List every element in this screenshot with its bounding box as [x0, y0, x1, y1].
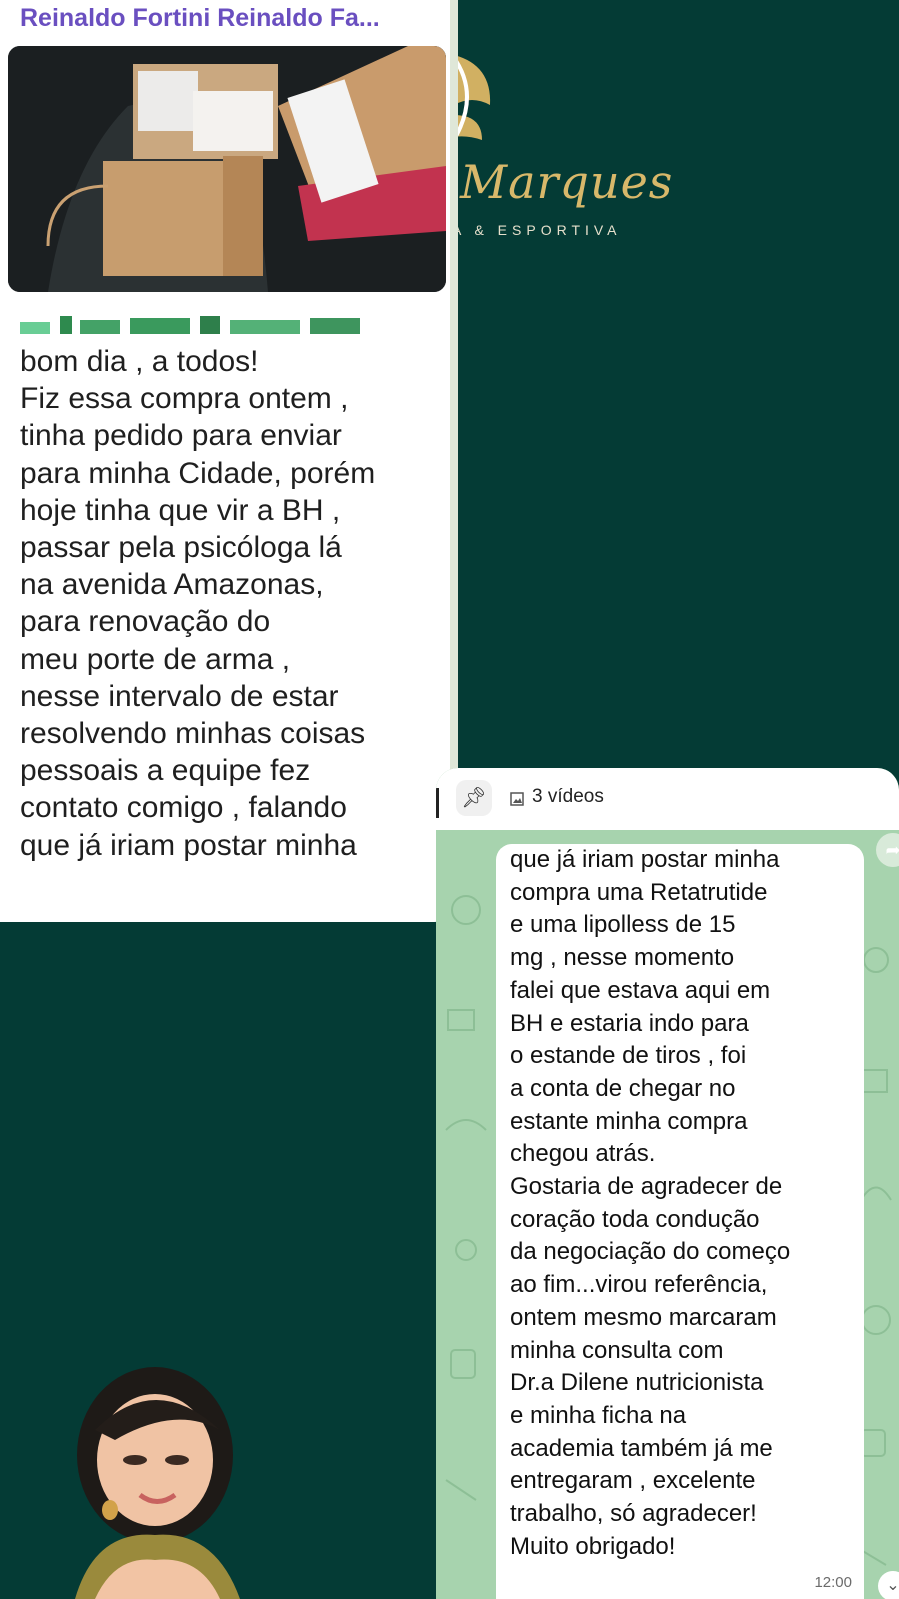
chat-panel: 📌︎ 3 vídeos ➦ que já iriam postar minha …	[436, 768, 899, 1599]
pinned-label: 3 vídeos	[532, 786, 604, 807]
leaf-logo-icon	[452, 55, 491, 145]
left-message-card: Reinaldo Fortini Reinaldo Fa... bom dia …	[0, 0, 458, 922]
blurred-text	[20, 316, 360, 334]
chat-message-bubble: que já iriam postar minha compra uma Ret…	[496, 844, 864, 1599]
sender-name[interactable]: Reinaldo Fortini Reinaldo Fa...	[20, 4, 380, 33]
pin-icon[interactable]: 📌︎	[456, 780, 492, 816]
divider	[436, 788, 439, 818]
avatar	[75, 1367, 240, 1599]
chat-message-text: que já iriam postar minha compra uma Ret…	[510, 846, 791, 1560]
pinned-message-bar[interactable]: 📌︎ 3 vídeos	[436, 768, 899, 830]
message-time: 12:00	[814, 1574, 852, 1591]
message-photo[interactable]	[8, 46, 446, 292]
brand-name: Marques	[460, 155, 674, 209]
brand-logo: Marques A & ESPORTIVA	[452, 55, 752, 245]
media-icon	[510, 792, 524, 806]
left-message-text: bom dia , a todos! Fiz essa compra ontem…	[20, 345, 376, 862]
chevron-down-icon[interactable]: ⌄	[878, 1571, 899, 1599]
brand-tagline: A & ESPORTIVA	[452, 222, 622, 238]
